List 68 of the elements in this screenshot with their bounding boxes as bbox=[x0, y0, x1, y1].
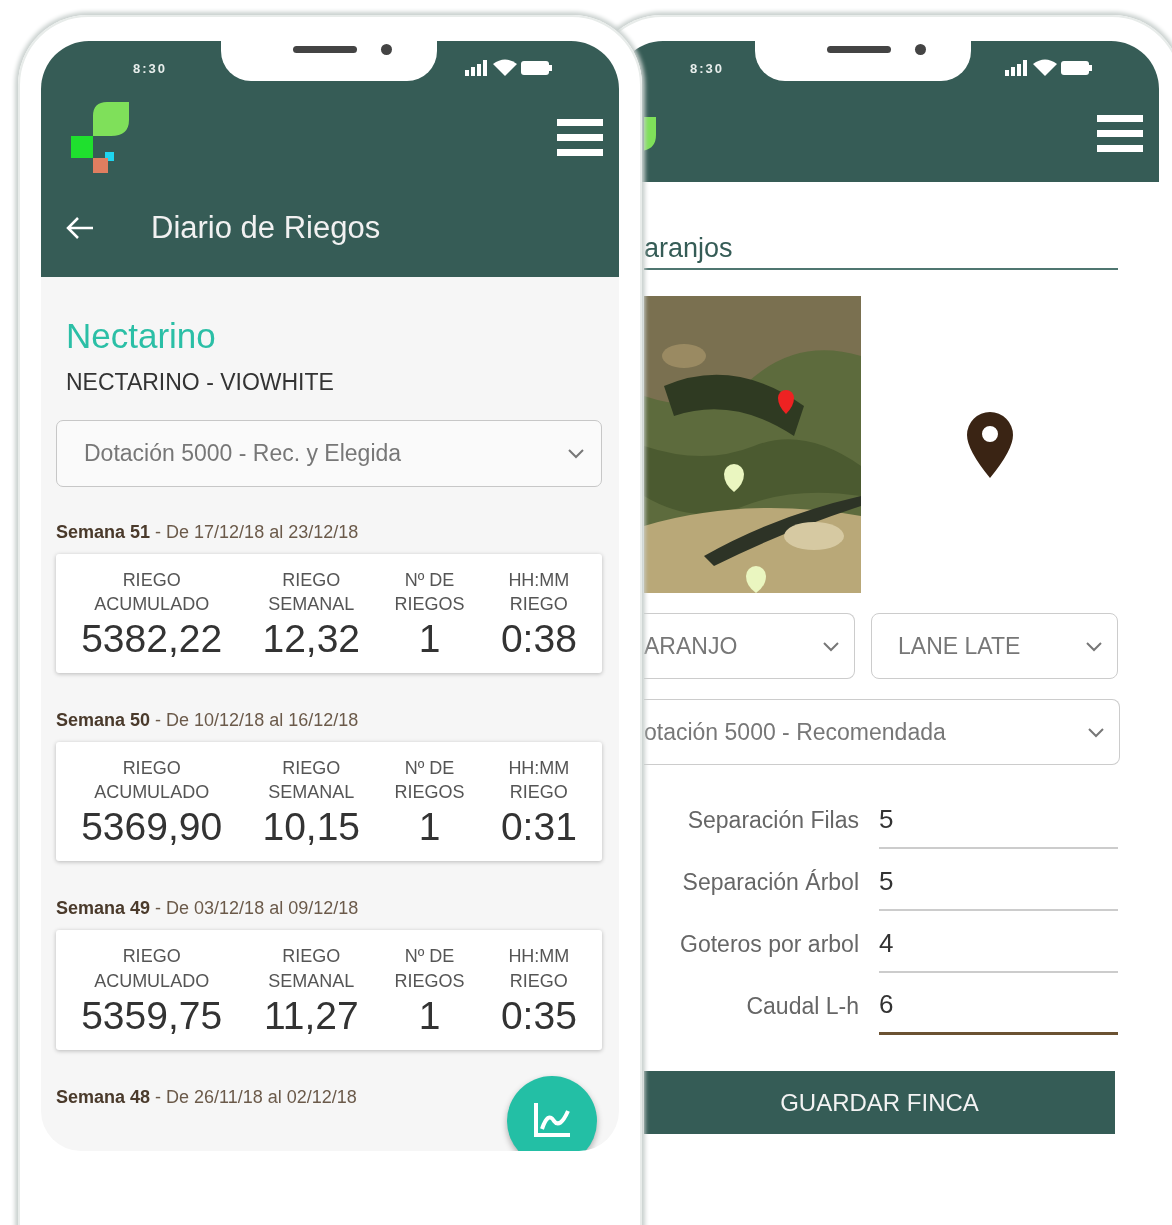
stat-value: 5359,75 bbox=[80, 992, 224, 1039]
plan-dropdown[interactable]: Dotación 5000 - Rec. y Elegida bbox=[56, 419, 602, 487]
wifi-icon bbox=[1033, 59, 1057, 76]
screen-title: Diario de Riegos bbox=[151, 209, 381, 247]
chart-icon bbox=[532, 1103, 572, 1139]
location-pin-icon bbox=[966, 411, 1013, 478]
battery-icon bbox=[521, 60, 553, 75]
field-label: Separación Árbol bbox=[681, 868, 859, 898]
stat-label: RIEGO ACUMULADO bbox=[93, 568, 211, 616]
crop-title: Nectarino bbox=[65, 315, 217, 357]
logo bbox=[644, 116, 656, 151]
stat-label: RIEGO SEMANAL bbox=[267, 945, 356, 993]
name-field[interactable]: aranjos bbox=[644, 232, 1118, 271]
stat-value: 1 bbox=[417, 804, 442, 851]
stat-label: RIEGO ACUMULADO bbox=[93, 945, 211, 993]
speaker-slot bbox=[293, 46, 357, 53]
menu-button[interactable] bbox=[1097, 114, 1143, 153]
dropdown[interactable]: LANE LATE bbox=[871, 613, 1118, 680]
field-label: Separación Filas bbox=[686, 806, 859, 836]
camera-dot bbox=[915, 44, 926, 55]
stat-value: 1 bbox=[417, 992, 442, 1039]
input-field[interactable]: 6 bbox=[879, 973, 1118, 1036]
save-button[interactable]: GUARDAR FINCA bbox=[644, 1071, 1115, 1135]
menu-button[interactable] bbox=[557, 118, 603, 157]
dropdown[interactable]: ARANJO bbox=[644, 613, 856, 680]
week-heading: Semana 48 - De 26/11/18 al 02/12/18 bbox=[56, 1085, 358, 1109]
stat-label: Nº DE RIEGOS bbox=[393, 945, 466, 993]
stat-value: 12,32 bbox=[261, 616, 362, 663]
signal-icon bbox=[1005, 59, 1029, 76]
stat-label: RIEGO SEMANAL bbox=[267, 756, 356, 805]
stat-label: HH:MM RIEGO bbox=[507, 945, 571, 993]
plan-dropdown[interactable]: otación 5000 - Recomendada bbox=[644, 699, 1120, 766]
input-field[interactable]: 5 bbox=[879, 787, 1118, 850]
battery-icon bbox=[1061, 60, 1093, 75]
input-field[interactable]: 4 bbox=[879, 911, 1118, 974]
status-time: 8:30 bbox=[690, 60, 725, 78]
chevron-down-icon bbox=[822, 640, 841, 652]
variety-label: NECTARINO - VIOWHITE bbox=[65, 368, 335, 397]
stat-value: 5369,90 bbox=[80, 804, 224, 851]
stat-value: 10,15 bbox=[261, 804, 362, 851]
stat-label: RIEGO SEMANAL bbox=[267, 568, 356, 616]
camera-dot bbox=[381, 44, 392, 55]
week-heading: Semana 49 - De 03/12/18 al 09/12/18 bbox=[56, 897, 360, 921]
speaker-slot bbox=[827, 46, 891, 53]
input-field[interactable]: 5 bbox=[879, 849, 1118, 912]
logo bbox=[71, 102, 129, 173]
stat-label: HH:MM RIEGO bbox=[507, 756, 571, 805]
chevron-down-icon bbox=[1085, 640, 1103, 652]
week-heading: Semana 50 - De 10/12/18 al 16/12/18 bbox=[56, 708, 360, 732]
stat-value: 0:38 bbox=[499, 616, 578, 663]
chevron-down-icon bbox=[567, 447, 585, 459]
stat-value: 5382,22 bbox=[80, 616, 224, 663]
stat-label: RIEGO ACUMULADO bbox=[93, 756, 211, 805]
field-label: Goteros por arbol bbox=[679, 930, 859, 960]
week-heading: Semana 51 - De 17/12/18 al 23/12/18 bbox=[56, 520, 360, 544]
status-time: 8:30 bbox=[133, 60, 168, 78]
stat-label: HH:MM RIEGO bbox=[507, 568, 571, 616]
stat-value: 0:31 bbox=[499, 804, 578, 851]
stat-label: Nº DE RIEGOS bbox=[393, 568, 466, 616]
chevron-down-icon bbox=[1087, 726, 1105, 738]
stat-value: 11,27 bbox=[262, 992, 360, 1039]
back-button[interactable] bbox=[65, 216, 95, 240]
stat-label: Nº DE RIEGOS bbox=[393, 756, 466, 805]
stat-value: 1 bbox=[417, 616, 442, 663]
field-label: Caudal L-h bbox=[745, 992, 859, 1022]
stat-value: 0:35 bbox=[499, 992, 578, 1039]
signal-icon bbox=[465, 59, 489, 76]
wifi-icon bbox=[493, 59, 517, 76]
